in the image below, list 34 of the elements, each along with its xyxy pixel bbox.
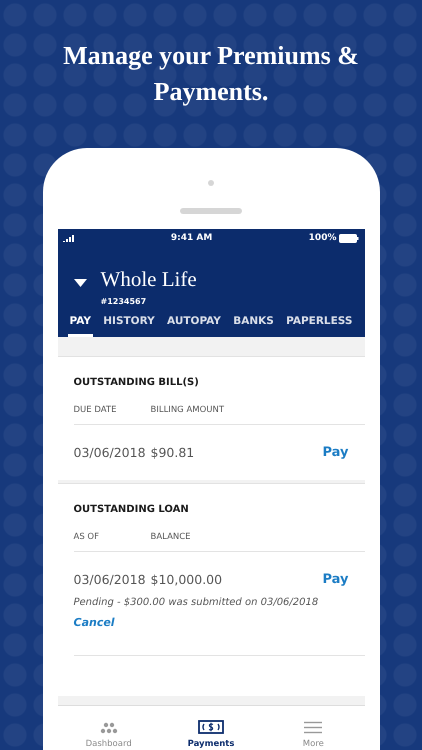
speaker-slot [180,208,242,214]
column-header: BALANCE [150,532,191,542]
battery-icon [339,234,360,242]
nav-item[interactable]: Payments [160,706,262,750]
policy-name: Whole Life [100,267,197,291]
date-text: 03/06/2018 [74,445,147,460]
battery-percent: 100% [308,233,336,243]
headline: Manage your Premiums & Payments. [62,40,360,108]
cancel-link[interactable]: Cancel [74,616,115,629]
nav-item[interactable]: More [262,706,364,750]
tab[interactable]: PAPERLESS [284,315,354,337]
tab[interactable]: AUTOPAY [165,315,223,337]
tab[interactable]: BANKS [231,315,276,337]
section-title: OUTSTANDING LOAN [74,503,190,515]
policy-number: #1234567 [100,297,148,306]
column-header: BILLING AMOUNT [150,405,224,415]
column-header: DUE DATE [74,405,118,415]
menu-icon [303,721,324,734]
dollar-bill-icon [198,720,224,734]
column-header: AS OF [74,532,100,542]
pending-note: Pending - $300.00 was submitted on 03/06/2018 [74,597,318,608]
tab[interactable]: HISTORY [101,315,157,337]
pay-link[interactable]: Pay [322,445,348,460]
status-time: 9:41 AM [170,233,212,243]
nav-item[interactable]: Dashboard [58,706,160,750]
tab[interactable]: PAY [68,315,93,337]
camera-dot [208,180,214,186]
section-title: OUTSTANDING BILL(S) [74,376,200,388]
dots-icon [98,722,119,734]
amount-text: $10,000.00 [150,572,224,587]
pay-link[interactable]: Pay [322,572,348,587]
amount-text: $90.81 [150,445,196,460]
dropdown-caret-icon[interactable] [74,279,86,287]
date-text: 03/06/2018 [74,572,147,587]
